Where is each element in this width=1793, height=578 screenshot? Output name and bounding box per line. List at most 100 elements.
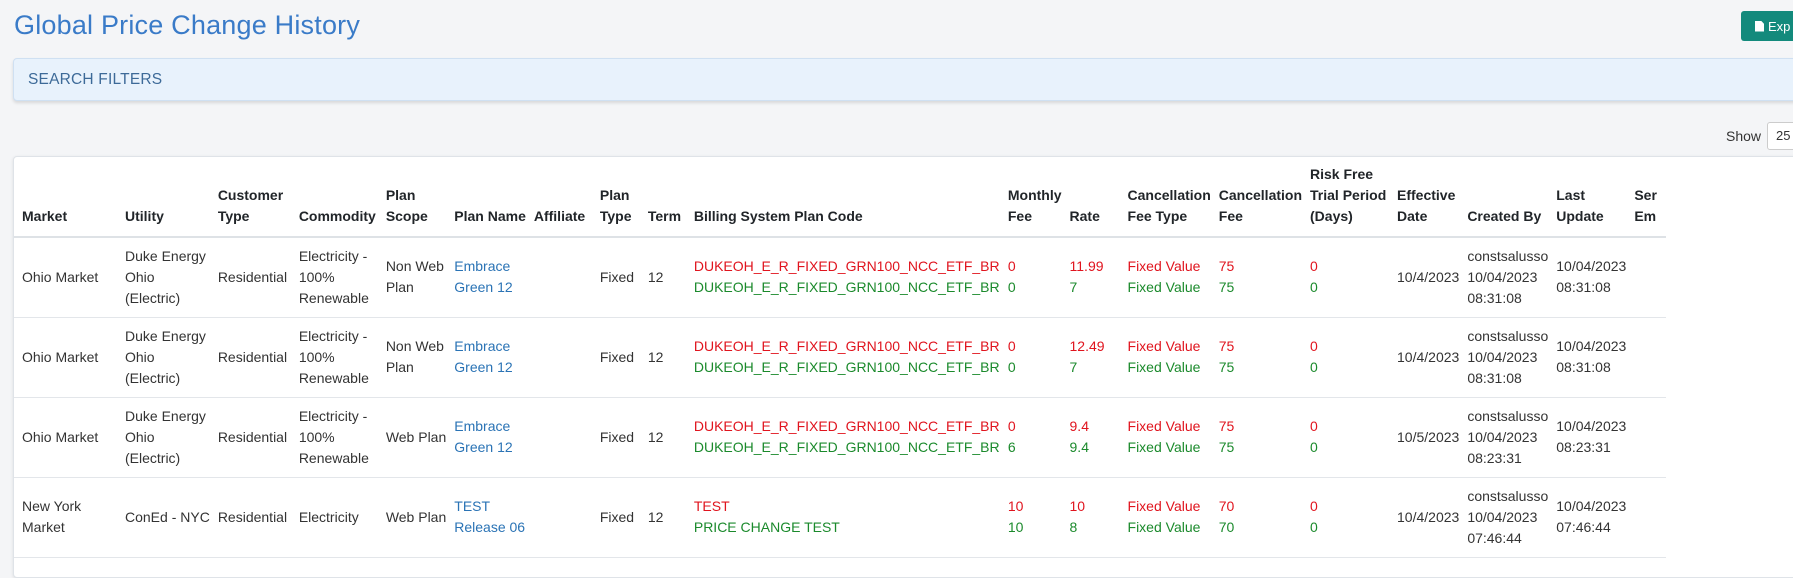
column-header-text: Type — [599, 208, 632, 224]
column-header-cancellation-fee[interactable]: Cancellation Fee — [1211, 157, 1302, 237]
term-cell: 12 — [647, 268, 664, 285]
plan-name-link-line[interactable]: Embrace — [454, 336, 526, 357]
utility-cell: Duke Energy Ohio (Electric) — [117, 237, 210, 317]
column-header-text: Customer — [217, 187, 284, 203]
column-header-utility[interactable]: Utility — [117, 157, 210, 237]
created-by-cell: constsalusso 10/04/2023 08:23:31 — [1459, 397, 1548, 477]
column-header-term[interactable]: Term — [640, 157, 686, 237]
utility-cell-line: Duke Energy — [125, 327, 206, 344]
monthly-fee-cell-line: 6 — [1007, 439, 1016, 455]
column-header-plan-type[interactable]: Plan Type — [592, 157, 640, 237]
column-header-billing-system-plan-code[interactable]: Billing System Plan Code — [686, 157, 1000, 237]
cancellation-fee-cell-line: 70 — [1218, 519, 1235, 535]
plan-type-cell: Fixed — [599, 348, 635, 365]
plan-name-link-line[interactable]: Green 12 — [454, 357, 526, 378]
column-header-affiliate[interactable]: Affiliate — [526, 157, 592, 237]
plan-scope-cell: Non Web Plan — [378, 237, 446, 317]
plan-name-link[interactable]: Embrace Green 12 — [446, 317, 526, 397]
search-filters-panel[interactable]: SEARCH FILTERS — [13, 58, 1793, 101]
plan-name-link-line[interactable]: Release 06 — [454, 517, 526, 538]
created-by-cell-line: constsalusso — [1467, 327, 1549, 344]
table-row: Ohio Market Duke Energy Ohio (Electric) Resi… — [14, 237, 1667, 317]
column-header-monthly-fee[interactable]: Monthly Fee — [1000, 157, 1062, 237]
cancellation-fee-type-cell: Fixed Value Fixed Value — [1120, 237, 1211, 317]
column-header-text: Utility — [125, 208, 164, 224]
export-button[interactable]: Exp — [1741, 11, 1793, 41]
created-by-cell: constsalusso 10/04/2023 08:31:08 — [1459, 317, 1548, 397]
page-size-select[interactable]: 25 — [1767, 122, 1793, 150]
rate-cell-line: 7 — [1069, 279, 1078, 296]
column-header-created-by[interactable]: Created By — [1459, 157, 1548, 237]
plan-name-link[interactable]: TEST Release 06 — [446, 477, 526, 557]
risk-free-cell: 00 — [1302, 477, 1389, 557]
column-header-customer-type[interactable]: Customer Type — [210, 157, 291, 237]
column-header-plan-name[interactable]: Plan Name — [446, 157, 526, 237]
cancellation-fee-type-cell-line: Fixed Value — [1127, 519, 1201, 535]
cancellation-fee-type-cell: Fixed Value Fixed Value — [1120, 317, 1211, 397]
utility-cell-line: Duke Energy — [125, 407, 206, 424]
risk-free-cell-line: 0 — [1310, 338, 1318, 354]
plan-name-link-line[interactable]: Embrace — [454, 416, 526, 437]
utility-cell: Duke Energy Ohio (Electric) — [117, 317, 210, 397]
column-header-effective-date[interactable]: Effective Date — [1389, 157, 1459, 237]
risk-free-cell-line: 0 — [1310, 439, 1318, 455]
rate-cell-line: 9.4 — [1069, 439, 1089, 455]
risk-free-cell: 00 — [1302, 397, 1389, 477]
market-cell-line: Ohio Market — [22, 348, 99, 365]
plan-name-link[interactable]: Embrace Green 12 — [446, 237, 526, 317]
column-header-last-update[interactable]: Last Update — [1548, 157, 1626, 237]
column-header-text: Cancellation — [1127, 187, 1211, 203]
column-header-rate[interactable]: Rate — [1062, 157, 1120, 237]
service-email-cell — [1626, 317, 1666, 397]
column-header-text: Rate — [1069, 208, 1100, 224]
plan-name-link-line[interactable]: TEST — [454, 496, 526, 517]
utility-cell-line: (Electric) — [125, 369, 181, 386]
plan-name-link[interactable]: Embrace Green 12 — [446, 397, 526, 477]
utility-cell-line: ConEd - NYC — [125, 508, 210, 525]
utility-cell-line: Ohio — [125, 428, 155, 445]
last-update-cell-line: 10/04/2023 — [1556, 498, 1627, 514]
column-header-text: Em — [1634, 208, 1657, 224]
column-header-text: Risk Free — [1310, 166, 1374, 182]
cancellation-fee-cell: 75 75 — [1211, 397, 1302, 477]
rate-cell: 10 8 — [1062, 477, 1120, 557]
column-header-text: Plan — [599, 187, 630, 203]
billing-code-cell-line: PRICE CHANGE TEST — [693, 519, 840, 535]
utility-cell: Duke Energy Ohio (Electric) — [117, 397, 210, 477]
column-header-text: Affiliate — [533, 208, 586, 224]
column-header-cancellation-fee-type[interactable]: Cancellation Fee Type — [1120, 157, 1211, 237]
market-cell-line: Ohio Market — [22, 428, 99, 445]
cancellation-fee-type-cell-line: Fixed Value — [1127, 359, 1201, 375]
rate-cell: 9.4 9.4 — [1062, 397, 1120, 477]
plan-scope-cell: Non Web Plan — [378, 317, 446, 397]
billing-code-cell-line: DUKEOH_E_R_FIXED_GRN100_NCC_ETF_BR — [693, 279, 1000, 296]
cancellation-fee-type-cell: Fixed Value Fixed Value — [1120, 477, 1211, 557]
monthly-fee-cell-line: 0 — [1007, 258, 1016, 275]
customer-type-cell: Residential — [217, 428, 288, 445]
utility-cell-line: (Electric) — [125, 449, 181, 466]
monthly-fee-cell: 10 10 — [1000, 477, 1062, 557]
cancellation-fee-cell: 70 70 — [1211, 477, 1302, 557]
monthly-fee-cell: 00 — [1000, 237, 1062, 317]
plan-scope-cell-line: Plan — [385, 279, 414, 296]
billing-code-cell: DUKEOH_E_R_FIXED_GRN100_NCC_ETF_BR DUKEOH… — [686, 397, 1000, 477]
last-update-cell: 10/04/2023 08:31:08 — [1548, 237, 1626, 317]
plan-name-link-line[interactable]: Embrace — [454, 256, 526, 277]
plan-scope-cell: Web Plan — [378, 477, 446, 557]
utility-cell-line: Ohio — [125, 348, 155, 365]
last-update-cell-line: 10/04/2023 — [1556, 418, 1627, 434]
cancellation-fee-type-cell-line: Fixed Value — [1127, 258, 1201, 275]
plan-scope-cell: Web Plan — [378, 397, 446, 477]
billing-code-cell-line: DUKEOH_E_R_FIXED_GRN100_NCC_ETF_BR — [693, 439, 1000, 455]
market-cell-line: Ohio Market — [22, 268, 99, 285]
column-header-service-email[interactable]: Ser Em — [1626, 157, 1666, 237]
cancellation-fee-type-cell: Fixed Value Fixed Value — [1120, 397, 1211, 477]
plan-name-link-line[interactable]: Green 12 — [454, 437, 526, 458]
column-header-plan-scope[interactable]: Plan Scope — [378, 157, 446, 237]
effective-date-cell: 10/4/2023 — [1397, 508, 1460, 525]
risk-free-cell-line: 0 — [1310, 279, 1318, 296]
plan-name-link-line[interactable]: Green 12 — [454, 277, 526, 298]
column-header-market[interactable]: Market — [14, 157, 117, 237]
column-header-commodity[interactable]: Commodity — [291, 157, 378, 237]
column-header-risk-free-trial-period[interactable]: Risk Free Trial Period (Days) — [1302, 157, 1389, 237]
